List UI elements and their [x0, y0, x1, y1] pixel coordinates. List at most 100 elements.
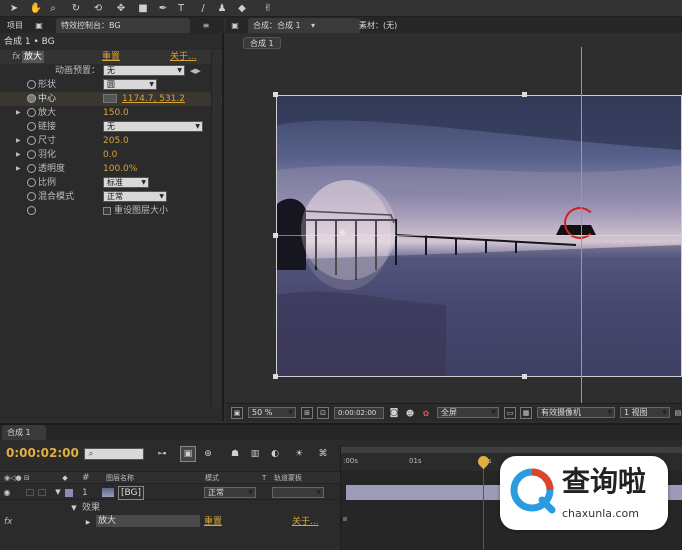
expand-arrow-icon[interactable]: ▶ — [16, 109, 21, 116]
effect-about-link[interactable]: 关于... — [292, 516, 319, 528]
stopwatch-icon[interactable] — [27, 178, 36, 187]
center-value[interactable]: 1174.7, 531.2 — [122, 93, 185, 105]
crosshair-icon[interactable] — [103, 94, 117, 103]
layer-row[interactable]: ◉ ▼ 1 [BG] 正常 — [0, 485, 340, 500]
stopwatch-icon[interactable] — [27, 80, 36, 89]
tab-effect-controls[interactable]: 特效控制台：BG — [56, 18, 190, 33]
puppet-tool-icon[interactable]: ✌ — [262, 2, 274, 14]
size-value[interactable]: 205.0 — [103, 135, 129, 147]
bbox-handle[interactable] — [522, 92, 527, 97]
resize-layer-checkbox[interactable] — [103, 207, 111, 215]
stamp-tool-icon[interactable]: ♟ — [216, 2, 228, 14]
lock-icon[interactable]: ▣ — [230, 20, 240, 30]
stopwatch-icon[interactable] — [27, 164, 36, 173]
tab-project[interactable]: 项目 — [2, 18, 28, 33]
brainstorm-icon[interactable]: ☀ — [292, 447, 306, 461]
label-color[interactable] — [65, 489, 73, 497]
type-tool-icon[interactable]: T — [175, 2, 187, 14]
live-update-icon[interactable]: ▣ — [180, 446, 196, 462]
effect-reset-link[interactable]: 重置 — [204, 516, 222, 528]
motion-blur-icon[interactable]: ◐ — [268, 447, 282, 461]
effect-reset-link[interactable]: 重置 — [102, 51, 120, 63]
expand-arrow-icon[interactable]: ▶ — [16, 151, 21, 158]
effect-about-link[interactable]: 关于... — [170, 51, 197, 63]
panel-menu-icon[interactable]: ≡ — [200, 20, 212, 30]
shy-layers-icon[interactable]: ☗ — [228, 447, 242, 461]
stopwatch-icon[interactable] — [27, 150, 36, 159]
effects-group-row[interactable]: ▼ 效果 — [0, 501, 340, 515]
stopwatch-icon[interactable] — [27, 122, 36, 131]
bbox-handle[interactable] — [273, 92, 278, 97]
eraser-tool-icon[interactable]: ◆ — [236, 2, 248, 14]
rotate-tool-icon[interactable]: ↻ — [70, 2, 82, 14]
work-area-bar[interactable] — [341, 447, 682, 453]
stopwatch-icon[interactable] — [27, 94, 36, 103]
camera-tool-icon[interactable]: ⟲ — [92, 2, 104, 14]
selection-tool-icon[interactable]: ➤ — [8, 2, 20, 14]
graph-editor-icon[interactable]: ⌘ — [316, 447, 330, 461]
composition-mini-flowchart-icon[interactable]: ⊶ — [155, 447, 169, 461]
grid-icon[interactable]: ⊡ — [317, 407, 329, 419]
region-of-interest-icon[interactable]: ▭ — [504, 407, 516, 419]
snapshot-toggle-icon[interactable]: ▣ — [231, 407, 243, 419]
pan-behind-tool-icon[interactable]: ✥ — [115, 2, 127, 14]
effect-row[interactable]: fx ▶ 放大 重置 关于... — [0, 515, 340, 529]
eye-icon[interactable]: ◉ — [2, 487, 12, 497]
camera-dropdown[interactable]: 有效摄像机 — [537, 407, 615, 418]
stopwatch-icon[interactable] — [27, 206, 36, 215]
feather-value[interactable]: 0.0 — [103, 149, 117, 161]
column-trkmat[interactable]: 轨道蒙板 — [274, 472, 302, 484]
frame-blending-icon[interactable]: ▥ — [248, 447, 262, 461]
stopwatch-icon[interactable] — [27, 136, 36, 145]
layer-bounding-box[interactable] — [276, 95, 682, 377]
lock-icon[interactable]: ▣ — [34, 20, 44, 30]
twirl-icon[interactable]: ▼ — [54, 487, 62, 497]
tab-timeline-comp[interactable]: 合成 1 — [2, 425, 46, 440]
animation-preset-dropdown[interactable]: 无 — [103, 65, 185, 76]
zoom-dropdown[interactable]: 50 % — [248, 407, 296, 418]
resolution-dropdown[interactable]: 全屏 — [437, 407, 499, 418]
stopwatch-icon[interactable] — [27, 192, 36, 201]
guide-line[interactable] — [276, 235, 682, 236]
stopwatch-icon[interactable] — [27, 108, 36, 117]
trkmat-dropdown[interactable] — [272, 487, 324, 498]
lock-switch[interactable] — [38, 489, 46, 496]
keyframe-marker[interactable] — [343, 517, 347, 521]
solo-switch[interactable] — [26, 489, 34, 496]
timeline-timecode[interactable]: 0:00:02:00 — [6, 447, 79, 459]
search-input[interactable]: ⌕ — [84, 448, 144, 460]
color-channels-icon[interactable]: ✿ — [420, 407, 432, 419]
comp-chip[interactable]: 合成 1 — [243, 37, 281, 49]
tab-composition[interactable]: 合成：合成 1 — [248, 18, 360, 33]
brush-tool-icon[interactable]: / — [197, 2, 209, 14]
hand-tool-icon[interactable]: ✋ — [30, 2, 42, 14]
preset-nav-icon[interactable]: ◀▶ — [190, 65, 201, 77]
panel-scrollbar[interactable] — [211, 51, 221, 407]
layer-mode-dropdown[interactable]: 正常 — [204, 487, 256, 498]
column-mode[interactable]: 模式 — [205, 472, 219, 484]
opacity-value[interactable]: 100.0% — [103, 163, 137, 175]
zoom-tool-icon[interactable]: ⌕ — [47, 2, 59, 14]
twirl-right-icon[interactable]: ▶ — [84, 517, 92, 527]
playhead-line[interactable] — [483, 461, 484, 550]
fx-toggle[interactable]: fx — [12, 51, 21, 63]
effect-name[interactable]: 放大 — [96, 515, 200, 527]
pen-tool-icon[interactable]: ✒ — [157, 2, 169, 14]
guide-line[interactable] — [581, 47, 582, 403]
rectangle-tool-icon[interactable]: ■ — [137, 2, 149, 14]
bbox-handle[interactable] — [522, 374, 527, 379]
layer-name[interactable]: [BG] — [118, 486, 145, 500]
fit-icon[interactable]: ⊞ — [301, 407, 313, 419]
shape-dropdown[interactable]: 圆 — [103, 79, 157, 90]
column-source-name[interactable]: 图层名称 — [106, 472, 134, 484]
scaling-dropdown[interactable]: 标准 — [103, 177, 149, 188]
twirl-icon[interactable]: ▼ — [70, 503, 78, 513]
bbox-handle[interactable] — [273, 374, 278, 379]
transparency-grid-icon[interactable]: ▦ — [520, 407, 532, 419]
magnification-value[interactable]: 150.0 — [103, 107, 129, 119]
link-dropdown[interactable]: 无 — [103, 121, 203, 132]
tab-footage[interactable]: 素材：(无) — [354, 18, 402, 33]
camera-icon[interactable]: ◙ — [388, 407, 400, 419]
effect-name[interactable]: 放大 — [22, 51, 45, 63]
more-icon[interactable]: ▤ — [674, 407, 682, 419]
